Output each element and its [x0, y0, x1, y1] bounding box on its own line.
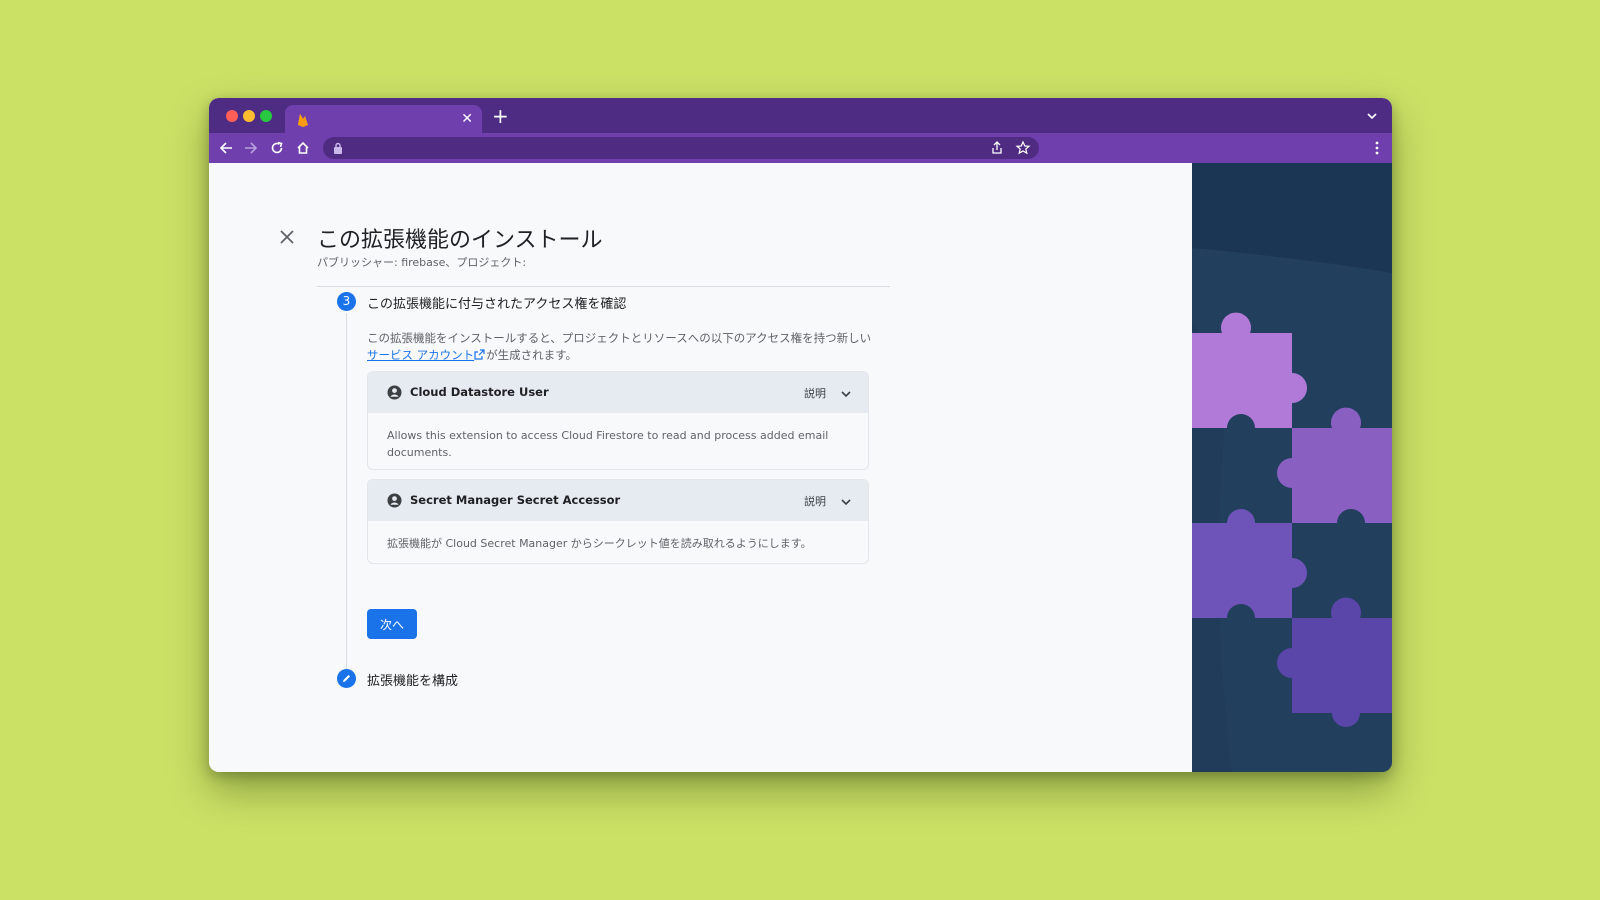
divider [317, 286, 890, 287]
home-icon[interactable] [293, 138, 313, 158]
share-icon[interactable] [989, 140, 1005, 156]
title-bar: ✕ + [209, 98, 1392, 134]
back-icon[interactable] [216, 138, 236, 158]
forward-icon[interactable] [241, 138, 261, 158]
bookmark-star-icon[interactable] [1015, 140, 1031, 156]
firebase-favicon-icon [298, 114, 308, 127]
description-line: この拡張機能をインストールすると、プロジェクトとリソースへの以下のアクセス権を持… [367, 331, 872, 345]
browser-tab[interactable]: ✕ [285, 105, 482, 134]
step-number-badge: 3 [337, 292, 356, 311]
tab-list-chevron-icon[interactable] [1366, 110, 1378, 122]
explain-toggle[interactable]: 説明 [804, 385, 826, 401]
reload-icon[interactable] [267, 138, 287, 158]
service-account-link[interactable]: サービス アカウント [367, 348, 474, 362]
chevron-down-icon[interactable] [840, 388, 852, 400]
step-description: この拡張機能をインストールすると、プロジェクトとリソースへの以下のアクセス権を持… [367, 330, 887, 364]
explain-toggle[interactable]: 説明 [804, 493, 826, 509]
puzzle-illustration [1192, 163, 1392, 772]
next-button[interactable]: 次へ [367, 609, 417, 639]
minimize-window-button[interactable] [243, 110, 255, 122]
external-link-icon[interactable] [474, 349, 485, 360]
stepper-line [346, 313, 347, 679]
pencil-icon [343, 675, 350, 682]
role-description: Allows this extension to access Cloud Fi… [387, 429, 829, 459]
role-name: Cloud Datastore User [410, 385, 549, 399]
role-card-header[interactable]: Secret Manager Secret Accessor 説明 [368, 480, 868, 521]
maximize-window-button[interactable] [260, 110, 272, 122]
role-card-secret-manager-secret-accessor: Secret Manager Secret Accessor 説明 拡張機能が … [367, 479, 869, 564]
close-window-button[interactable] [226, 110, 238, 122]
edit-step-badge [337, 669, 356, 688]
new-tab-icon[interactable]: + [492, 106, 509, 126]
account-circle-icon [387, 493, 402, 508]
page-subtitle: パブリッシャー: firebase、プロジェクト: [317, 256, 527, 269]
step-configure-title: 拡張機能を構成 [367, 674, 459, 689]
install-extension-page: この拡張機能のインストール パブリッシャー: firebase、プロジェクト: … [209, 163, 1192, 772]
step-title: この拡張機能に付与されたアクセス権を確認 [367, 297, 627, 312]
puzzle-piece-icon [1192, 509, 1307, 618]
role-description: 拡張機能が Cloud Secret Manager からシークレット値を読み取… [387, 537, 812, 550]
description-suffix: が生成されます。 [486, 348, 578, 362]
browser-menu-icon[interactable] [1374, 140, 1380, 156]
role-card-header[interactable]: Cloud Datastore User 説明 [368, 372, 868, 413]
browser-toolbar [209, 133, 1392, 163]
chevron-down-icon[interactable] [840, 496, 852, 508]
page-title: この拡張機能のインストール [317, 228, 603, 253]
close-icon[interactable] [277, 227, 297, 247]
address-bar[interactable] [323, 137, 1039, 159]
role-name: Secret Manager Secret Accessor [410, 493, 621, 507]
tab-close-icon[interactable]: ✕ [461, 110, 473, 128]
role-card-cloud-datastore-user: Cloud Datastore User 説明 Allows this exte… [367, 371, 869, 470]
browser-window: ✕ + この拡張機能のインストール パブリッシャー: firebase、プロジェ… [209, 98, 1392, 772]
lock-icon [334, 142, 342, 154]
account-circle-icon [387, 385, 402, 400]
